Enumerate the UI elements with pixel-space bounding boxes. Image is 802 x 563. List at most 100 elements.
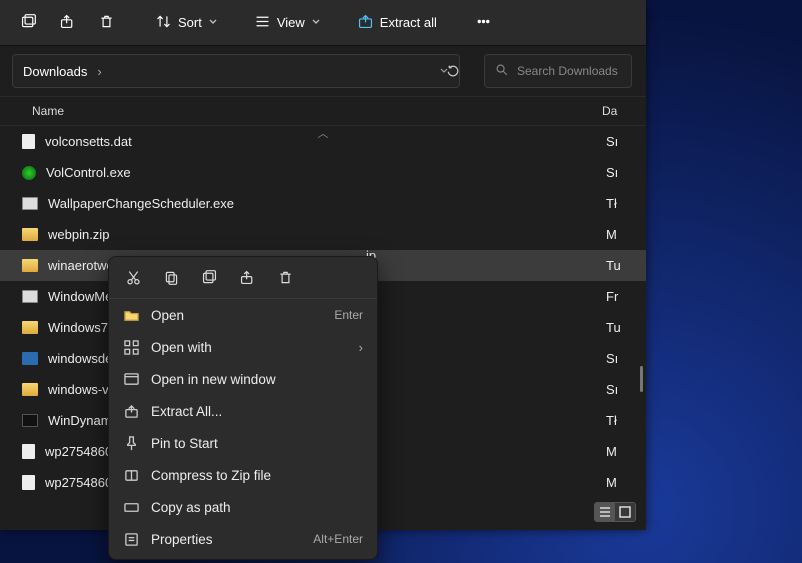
extract-all-button[interactable]: Extract all: [349, 7, 445, 39]
breadcrumb-label: Downloads: [23, 64, 87, 79]
file-date: Tł: [606, 196, 632, 211]
share-button[interactable]: [237, 268, 257, 288]
chevron-down-icon: [311, 15, 321, 30]
view-button[interactable]: View: [246, 7, 329, 39]
file-date: Sı: [606, 134, 632, 149]
new-folder-icon: [20, 13, 37, 33]
file-name: webpin.zip: [48, 227, 596, 242]
context-item-label: Pin to Start: [151, 436, 363, 451]
context-item-accel: Enter: [334, 308, 363, 322]
exe-icon: [22, 197, 38, 210]
scrollbar-track[interactable]: [634, 126, 646, 496]
exe-icon: [22, 166, 36, 180]
zip-icon: [22, 321, 38, 334]
context-quick-actions: [109, 257, 377, 299]
file-icon: [22, 444, 35, 459]
context-item-accel: Alt+Enter: [313, 532, 363, 546]
file-date: Fr: [606, 289, 632, 304]
exe-icon: [22, 290, 38, 303]
zip-icon: [22, 228, 38, 241]
view-toggle: [594, 502, 636, 522]
context-item-open-with[interactable]: Open with ›: [109, 331, 377, 363]
grid-icon: [123, 339, 139, 355]
extract-icon: [357, 13, 374, 33]
more-icon: [475, 13, 492, 33]
new-folder-button[interactable]: [12, 7, 45, 39]
search-input[interactable]: [517, 64, 621, 78]
exe-icon: [22, 414, 38, 427]
share-icon: [59, 13, 76, 33]
search-box[interactable]: [484, 54, 632, 88]
zip-icon: [22, 259, 38, 272]
chevron-right-icon: ›: [359, 340, 363, 355]
context-item-label: Open with: [151, 340, 347, 355]
file-name: VolControl.exe: [46, 165, 596, 180]
chevron-right-icon: ›: [97, 64, 101, 79]
rename-button[interactable]: [199, 268, 219, 288]
file-row[interactable]: VolControl.exe Sı: [0, 157, 646, 188]
file-date: M: [606, 227, 632, 242]
context-item-compress-to-zip-file[interactable]: Compress to Zip file: [109, 459, 377, 491]
window-icon: [123, 371, 139, 387]
file-date: Tł: [606, 413, 632, 428]
more-button[interactable]: [467, 7, 500, 39]
file-date: Tu: [606, 258, 632, 273]
context-item-label: Compress to Zip file: [151, 468, 363, 483]
file-name: volconsetts.dat: [45, 134, 596, 149]
file-date: Tu: [606, 320, 632, 335]
column-name[interactable]: Name: [32, 104, 602, 118]
sort-icon: [155, 13, 172, 33]
file-row[interactable]: volconsetts.dat Sı: [0, 126, 646, 157]
address-bar-row: Downloads ›: [0, 46, 646, 96]
view-icon: [254, 13, 271, 33]
file-date: Sı: [606, 165, 632, 180]
context-item-open[interactable]: Open Enter: [109, 299, 377, 331]
file-icon: [22, 475, 35, 490]
file-date: M: [606, 475, 632, 490]
path-icon: [123, 499, 139, 515]
view-label: View: [277, 15, 305, 30]
scrollbar-thumb[interactable]: [640, 366, 643, 392]
copy-button[interactable]: [161, 268, 181, 288]
chevron-down-icon: [208, 15, 218, 30]
details-view-button[interactable]: [595, 503, 615, 521]
file-date: Sı: [606, 351, 632, 366]
context-item-label: Extract All...: [151, 404, 363, 419]
context-item-label: Open in new window: [151, 372, 363, 387]
cut-button[interactable]: [123, 268, 143, 288]
sort-button[interactable]: Sort: [147, 7, 226, 39]
context-item-label: Open: [151, 308, 322, 323]
trash-icon: [98, 13, 115, 33]
zip-icon: [22, 383, 38, 396]
extract-label: Extract all: [380, 15, 437, 30]
pin-icon: [123, 435, 139, 451]
file-row[interactable]: WallpaperChangeScheduler.exe Tł: [0, 188, 646, 219]
sort-label: Sort: [178, 15, 202, 30]
toolbar: Sort View Extract all: [0, 0, 646, 46]
context-item-properties[interactable]: Properties Alt+Enter: [109, 523, 377, 555]
breadcrumb[interactable]: Downloads ›: [12, 54, 460, 88]
search-icon: [495, 63, 509, 80]
context-item-label: Properties: [151, 532, 301, 547]
context-menu: Open Enter Open with › Open in new window Ext…: [108, 256, 378, 560]
refresh-button[interactable]: [444, 62, 462, 80]
thumbnails-view-button[interactable]: [615, 503, 635, 521]
zip-icon: [123, 467, 139, 483]
context-item-pin-to-start[interactable]: Pin to Start: [109, 427, 377, 459]
context-item-label: Copy as path: [151, 500, 363, 515]
context-item-copy-as-path[interactable]: Copy as path: [109, 491, 377, 523]
file-name: WallpaperChangeScheduler.exe: [48, 196, 596, 211]
context-item-extract-all[interactable]: Extract All...: [109, 395, 377, 427]
extract-icon: [123, 403, 139, 419]
context-item-open-in-new-window[interactable]: Open in new window: [109, 363, 377, 395]
column-headers[interactable]: Name Da ︿: [0, 96, 646, 126]
exe-icon: [22, 352, 38, 365]
share-button[interactable]: [51, 7, 84, 39]
delete-button[interactable]: [275, 268, 295, 288]
column-date[interactable]: Da: [602, 104, 632, 118]
delete-button[interactable]: [90, 7, 123, 39]
file-date: M: [606, 444, 632, 459]
file-icon: [22, 134, 35, 149]
folder-icon: [123, 307, 139, 323]
file-row[interactable]: webpin.zip M: [0, 219, 646, 250]
